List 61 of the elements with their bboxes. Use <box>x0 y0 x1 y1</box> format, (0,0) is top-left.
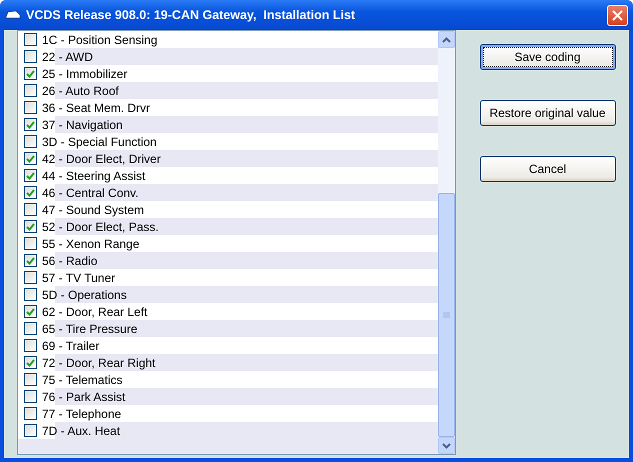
checkbox[interactable] <box>24 356 37 369</box>
checkbox[interactable] <box>24 186 37 199</box>
checkbox[interactable] <box>24 322 37 335</box>
scrollbar-thumb[interactable] <box>438 193 455 437</box>
caret-up-icon <box>442 36 451 42</box>
list-item-label[interactable]: 26 - Auto Roof <box>42 84 119 98</box>
check-icon <box>26 358 35 366</box>
list-item-label[interactable]: 37 - Navigation <box>42 118 123 132</box>
caret-down-icon <box>442 442 451 448</box>
check-icon <box>26 256 35 264</box>
window-title: VCDS Release 908.0: 19-CAN Gateway, Installation List <box>26 8 356 22</box>
checkbox[interactable] <box>24 84 37 97</box>
close-icon <box>612 10 623 20</box>
checkbox[interactable] <box>24 424 37 437</box>
checkbox[interactable] <box>24 220 37 233</box>
check-icon <box>26 120 35 128</box>
checkbox[interactable] <box>24 271 37 284</box>
checkbox[interactable] <box>24 101 37 114</box>
checkbox[interactable] <box>24 33 37 46</box>
dialog-button[interactable]: Cancel <box>480 156 616 182</box>
list-item-label[interactable]: 65 - Tire Pressure <box>42 322 138 336</box>
checkbox[interactable] <box>24 203 37 216</box>
checkbox[interactable] <box>24 118 37 131</box>
checkbox[interactable] <box>24 288 37 301</box>
checkbox[interactable] <box>24 237 37 250</box>
list-item-label[interactable]: 7D - Aux. Heat <box>42 424 120 438</box>
check-icon <box>26 308 35 316</box>
list-item-label[interactable]: 52 - Door Elect, Pass. <box>42 220 159 234</box>
list-item-label[interactable]: 56 - Radio <box>42 254 98 268</box>
list-item-label[interactable]: 25 - Immobilizer <box>42 66 128 80</box>
dialog-button[interactable]: Save coding <box>480 44 616 70</box>
dialog-button[interactable]: Restore original value <box>480 100 616 126</box>
list-item-label[interactable]: 42 - Door Elect, Driver <box>42 152 161 166</box>
check-icon <box>26 222 35 230</box>
list-item-label[interactable]: 55 - Xenon Range <box>42 236 140 250</box>
grip-icon <box>443 312 450 318</box>
check-icon <box>26 70 35 78</box>
list-item-label[interactable]: 46 - Central Conv. <box>42 186 138 200</box>
checkbox[interactable] <box>24 50 37 63</box>
list-item-label[interactable]: 5D - Operations <box>42 288 127 302</box>
checkbox[interactable] <box>24 169 37 182</box>
list-item-label[interactable]: 77 - Telephone <box>42 406 122 420</box>
car-icon <box>5 9 21 21</box>
list-item-label[interactable]: 76 - Park Assist <box>42 390 126 404</box>
checkbox[interactable] <box>24 152 37 165</box>
checkbox[interactable] <box>24 305 37 318</box>
scroll-down-button[interactable] <box>438 437 455 454</box>
list-item-label[interactable]: 69 - Trailer <box>42 338 100 352</box>
list-item-label[interactable]: 72 - Door, Rear Right <box>42 356 156 370</box>
list-item-label[interactable]: 22 - AWD <box>42 50 93 64</box>
scroll-up-button[interactable] <box>438 31 455 48</box>
list-item-label[interactable]: 57 - TV Tuner <box>42 270 116 284</box>
checkbox[interactable] <box>24 67 37 80</box>
checkbox[interactable] <box>24 407 37 420</box>
checkbox[interactable] <box>24 339 37 352</box>
checkbox[interactable] <box>24 390 37 403</box>
list-item-label[interactable]: 75 - Telematics <box>42 372 122 386</box>
checkbox[interactable] <box>24 254 37 267</box>
checkbox[interactable] <box>24 135 37 148</box>
checkbox[interactable] <box>24 373 37 386</box>
close-button[interactable] <box>607 4 628 26</box>
